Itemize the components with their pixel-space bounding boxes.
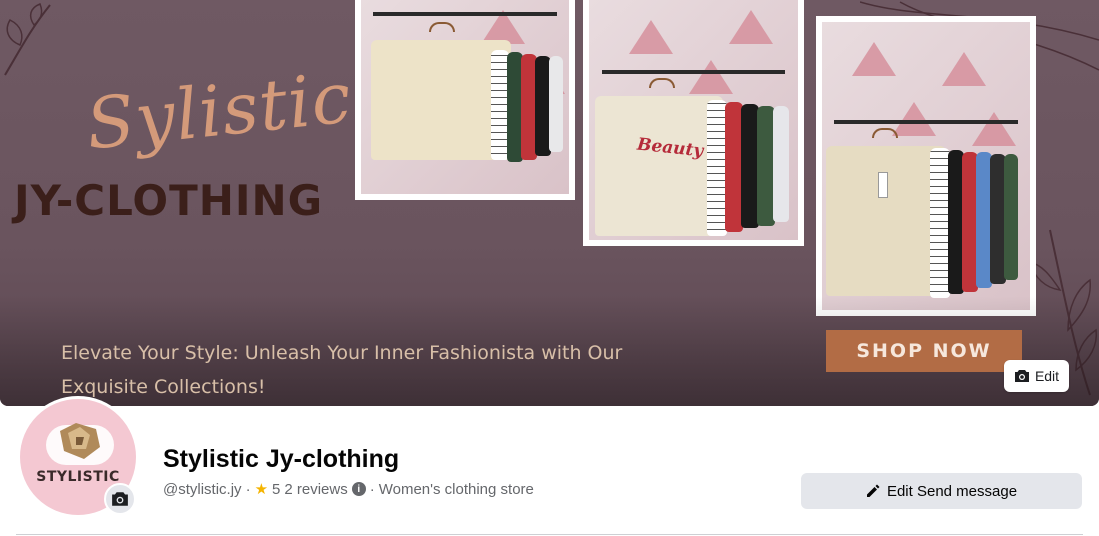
cover-product-photo-1 [355, 0, 575, 200]
edit-send-message-button[interactable]: Edit Send message [801, 473, 1082, 509]
edit-cover-button[interactable]: Edit [1004, 360, 1069, 392]
change-profile-picture-button[interactable] [104, 483, 136, 515]
camera-icon [112, 492, 128, 506]
page-handle: @stylistic.jy [163, 480, 242, 498]
cover-photo[interactable]: Sylistic JY-CLOTHING Beauty Elevate Your… [0, 0, 1099, 406]
shop-now-banner: SHOP NOW [826, 330, 1022, 372]
page-category[interactable]: Women's clothing store [379, 481, 534, 498]
page: Sylistic JY-CLOTHING Beauty Elevate Your… [0, 0, 1099, 536]
meta-separator: · [369, 480, 375, 498]
cover-product-photo-2: Beauty [583, 0, 804, 246]
meta-separator: · [245, 480, 251, 498]
camera-icon [1014, 370, 1029, 382]
edit-cover-label: Edit [1034, 368, 1060, 384]
cover-product-photo-3 [816, 16, 1036, 316]
leaf-decoration-left [4, 3, 51, 76]
cover-brand-title: JY-CLOTHING [14, 176, 324, 225]
pencil-icon [866, 484, 880, 497]
header-divider [16, 534, 1083, 535]
logo-mark-icon [60, 423, 100, 459]
cover-tagline: Elevate Your Style: Unleash Your Inner F… [61, 342, 623, 398]
reviews-link[interactable]: 2 reviews [284, 481, 347, 498]
star-icon: ★ [254, 481, 269, 498]
rating-value: 5 [272, 480, 281, 498]
page-meta: @stylistic.jy · ★ 5 2 reviews i · Women'… [163, 480, 534, 499]
price-tag [878, 172, 888, 198]
info-icon[interactable]: i [351, 482, 366, 496]
send-message-label: Edit Send message [886, 482, 1018, 500]
page-title: Stylistic Jy-clothing [163, 445, 400, 473]
